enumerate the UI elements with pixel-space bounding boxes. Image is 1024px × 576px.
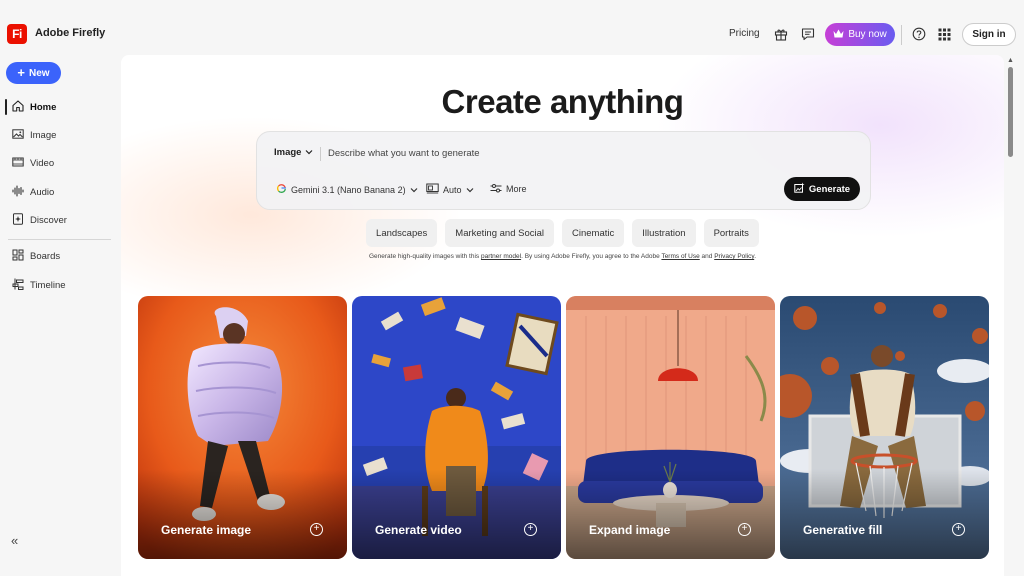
generate-label: Generate	[808, 183, 851, 195]
card-generate-image[interactable]: Generate image +	[138, 296, 347, 559]
suggestion-chips: Landscapes Marketing and Social Cinemati…	[121, 219, 1004, 247]
sidebar-item-boards[interactable]: Boards	[12, 248, 60, 264]
plus-circle-icon[interactable]: +	[952, 523, 965, 536]
firefly-logo[interactable]: Fi	[7, 24, 27, 44]
scroll-thumb[interactable]	[1008, 67, 1013, 157]
disclaimer-text: . By using Adobe Firefly, you agree to t…	[521, 253, 660, 260]
crown-icon	[833, 29, 844, 41]
plus-circle-icon[interactable]: +	[738, 523, 751, 536]
scroll-up-arrow-icon[interactable]: ▲	[1007, 57, 1014, 64]
card-shade	[780, 469, 989, 559]
pricing-link[interactable]: Pricing	[729, 28, 760, 39]
prompt-box: Image Gemini 3.1 (Nano Banana 2) Auto Mo…	[256, 131, 871, 210]
terms-of-use-link[interactable]: Terms of Use	[661, 253, 699, 260]
sidebar-item-label: Boards	[30, 250, 61, 262]
card-expand-image[interactable]: Expand image +	[566, 296, 775, 559]
sidebar-item-label: Video	[30, 157, 55, 169]
sliders-icon	[490, 183, 502, 195]
disclaimer-text: .	[754, 253, 757, 260]
gift-icon[interactable]	[773, 26, 789, 42]
chip-illustration[interactable]: Illustration	[632, 219, 696, 247]
disclaimer-text: Generate high-quality images with this	[368, 253, 480, 260]
sidebar-item-discover[interactable]: Discover	[12, 212, 67, 228]
disclaimer-text: and	[701, 253, 713, 260]
more-label: More	[506, 184, 527, 194]
google-icon	[276, 183, 287, 196]
more-options-button[interactable]: More	[490, 183, 527, 195]
sidebar-item-audio[interactable]: Audio	[12, 184, 54, 200]
plus-icon: +	[17, 65, 26, 80]
card-generate-video[interactable]: Generate video +	[352, 296, 561, 559]
buy-now-button[interactable]: Buy now	[825, 23, 895, 46]
aspect-ratio-select[interactable]: Auto	[426, 183, 474, 196]
sidebar-item-video[interactable]: Video	[12, 155, 54, 171]
sidebar-divider	[8, 239, 111, 240]
sidebar-item-image[interactable]: Image	[12, 127, 56, 143]
image-icon	[12, 128, 24, 143]
chevron-down-icon	[305, 147, 313, 158]
sidebar-item-label: Home	[30, 101, 57, 113]
new-button-label: New	[29, 67, 50, 79]
card-shade	[352, 469, 561, 559]
header-divider	[901, 25, 902, 45]
sidebar-item-timeline[interactable]: Timeline	[12, 277, 66, 293]
feedback-icon[interactable]	[800, 26, 816, 42]
home-icon	[12, 99, 24, 115]
generate-icon	[794, 182, 805, 196]
audio-icon	[12, 184, 24, 200]
discover-icon	[12, 212, 24, 228]
terms-disclaimer: Generate high-quality images with this p…	[121, 253, 1004, 260]
sidebar-item-label: Audio	[30, 186, 55, 198]
sidebar-item-home[interactable]: Home	[12, 99, 56, 115]
chevron-down-icon	[466, 185, 474, 195]
card-label: Generate image	[161, 523, 252, 537]
card-label: Generative fill	[803, 523, 883, 537]
app-title[interactable]: Adobe Firefly	[35, 27, 105, 39]
chevron-down-icon	[410, 185, 418, 195]
top-bar: Fi Adobe Firefly Pricing Buy now Sign in	[0, 0, 1024, 62]
plus-circle-icon[interactable]: +	[310, 523, 323, 536]
chip-marketing-and-social[interactable]: Marketing and Social	[445, 219, 554, 247]
sidebar-item-label: Timeline	[30, 279, 66, 291]
privacy-policy-link[interactable]: Privacy Policy	[714, 253, 754, 260]
partner-model-link[interactable]: partner model	[481, 253, 521, 260]
collapse-icon[interactable]: «	[11, 533, 18, 548]
chip-landscapes[interactable]: Landscapes	[366, 219, 438, 247]
generation-type-select[interactable]: Image	[274, 147, 313, 158]
help-icon[interactable]	[911, 26, 927, 42]
sidebar-item-label: Discover	[30, 214, 67, 226]
sidebar-item-label: Image	[30, 129, 57, 141]
new-button[interactable]: + New	[6, 62, 61, 84]
model-label: Gemini 3.1 (Nano Banana 2)	[291, 184, 406, 195]
page-title: Create anything	[441, 83, 684, 120]
scrollbar[interactable]: ▲	[1004, 55, 1018, 576]
prompt-input[interactable]	[328, 144, 748, 162]
plus-circle-icon[interactable]: +	[524, 523, 537, 536]
aspect-ratio-label: Auto	[443, 184, 462, 195]
apps-grid-icon[interactable]	[936, 26, 952, 42]
card-generative-fill[interactable]: Generative fill +	[780, 296, 989, 559]
timeline-icon	[12, 278, 24, 293]
chip-cinematic[interactable]: Cinematic	[562, 219, 625, 247]
generate-button[interactable]: Generate	[784, 177, 860, 201]
video-icon	[12, 156, 24, 171]
chip-portraits[interactable]: Portraits	[703, 219, 759, 247]
generation-type-label: Image	[274, 147, 302, 158]
buy-now-label: Buy now	[848, 29, 887, 40]
active-indicator	[5, 99, 7, 115]
card-label: Generate video	[375, 523, 462, 537]
aspect-ratio-icon	[426, 183, 439, 196]
main-panel: Create anything Image Gemini 3.1 (Nano B…	[121, 55, 1004, 576]
card-label: Expand image	[589, 523, 671, 537]
sign-in-button[interactable]: Sign in	[962, 23, 1016, 46]
card-shade	[138, 469, 347, 559]
boards-icon	[12, 249, 24, 264]
prompt-divider	[320, 147, 321, 161]
model-select[interactable]: Gemini 3.1 (Nano Banana 2)	[276, 183, 418, 196]
card-shade	[566, 469, 775, 559]
